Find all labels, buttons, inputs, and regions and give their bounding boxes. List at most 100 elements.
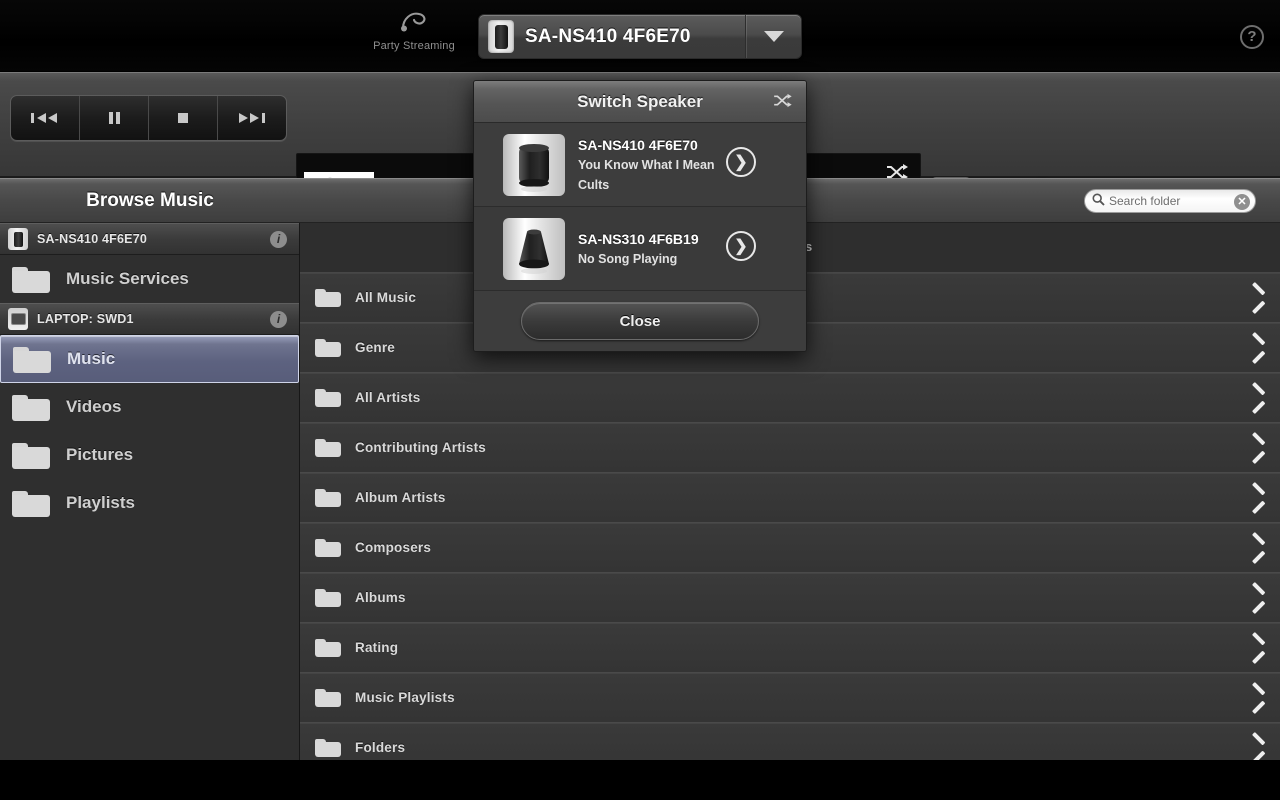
chevron-right-icon[interactable] bbox=[1246, 485, 1268, 511]
list-item[interactable]: Albums bbox=[300, 573, 1280, 623]
folder-icon bbox=[13, 344, 51, 374]
sidebar-item-label: Videos bbox=[66, 397, 121, 417]
party-streaming-label: Party Streaming bbox=[362, 40, 466, 52]
list-item-label: Rating bbox=[355, 640, 398, 655]
dialog-footer: Close bbox=[474, 291, 806, 351]
sidebar-item-label: Playlists bbox=[66, 493, 135, 513]
chevron-right-icon[interactable] bbox=[1246, 685, 1268, 711]
sidebar-source-label: SA-NS410 4F6E70 bbox=[37, 232, 147, 246]
folder-icon bbox=[12, 488, 50, 518]
folder-icon bbox=[315, 487, 341, 508]
speaker-selector[interactable]: SA-NS410 4F6E70 bbox=[478, 14, 802, 59]
dialog-title-bar: Switch Speaker bbox=[474, 81, 806, 123]
app-root: Party Streaming SA-NS410 4F6E70 ? bbox=[0, 0, 1280, 800]
list-item[interactable]: Rating bbox=[300, 623, 1280, 673]
close-button[interactable]: Close bbox=[521, 302, 759, 340]
chevron-right-icon[interactable] bbox=[1246, 535, 1268, 561]
help-icon[interactable]: ? bbox=[1240, 25, 1264, 49]
speaker-dropdown-button[interactable] bbox=[745, 15, 801, 58]
pause-icon bbox=[107, 110, 121, 126]
chevron-right-icon[interactable] bbox=[1246, 585, 1268, 611]
speaker-option-status-line1: You Know What I Mean bbox=[578, 157, 715, 173]
search-input[interactable] bbox=[1109, 194, 1219, 208]
stop-button[interactable] bbox=[149, 96, 218, 140]
sidebar-item-videos[interactable]: Videos bbox=[0, 383, 299, 431]
clear-icon[interactable]: ✕ bbox=[1234, 194, 1250, 210]
folder-icon bbox=[315, 387, 341, 408]
chevron-right-icon[interactable] bbox=[1246, 735, 1268, 760]
chevron-right-icon[interactable] bbox=[1246, 285, 1268, 311]
list-item-label: Genre bbox=[355, 340, 395, 355]
list-item[interactable]: Composers bbox=[300, 523, 1280, 573]
sidebar-source-sa-ns410[interactable]: SA-NS410 4F6E70 i bbox=[0, 223, 299, 255]
folder-icon bbox=[12, 440, 50, 470]
info-icon[interactable]: i bbox=[270, 231, 287, 248]
folder-icon bbox=[315, 687, 341, 708]
chevron-right-icon[interactable] bbox=[1246, 335, 1268, 361]
list-item[interactable]: Folders bbox=[300, 723, 1280, 760]
sidebar-item-music-services[interactable]: Music Services bbox=[0, 255, 299, 303]
party-streaming-button[interactable]: Party Streaming bbox=[362, 10, 466, 52]
next-track-button[interactable] bbox=[218, 96, 286, 140]
speaker-selector-value: SA-NS410 4F6E70 bbox=[525, 26, 691, 48]
computer-icon bbox=[8, 308, 28, 330]
speaker-option-sa-ns410[interactable]: SA-NS410 4F6E70 You Know What I Mean Cul… bbox=[474, 123, 806, 207]
speaker-icon bbox=[8, 228, 28, 250]
list-item-label: All Artists bbox=[355, 390, 420, 405]
bottom-bar bbox=[0, 760, 1280, 800]
speaker-option-sa-ns310[interactable]: SA-NS310 4F6B19 No Song Playing ❯ bbox=[474, 207, 806, 291]
sidebar-item-label: Pictures bbox=[66, 445, 133, 465]
sidebar-item-label: Music Services bbox=[66, 269, 189, 289]
skip-back-icon bbox=[30, 110, 60, 126]
top-bar: Party Streaming SA-NS410 4F6E70 ? bbox=[0, 0, 1280, 72]
info-icon[interactable]: i bbox=[270, 311, 287, 328]
sidebar-item-playlists[interactable]: Playlists bbox=[0, 479, 299, 527]
folder-icon bbox=[12, 392, 50, 422]
folder-icon bbox=[12, 264, 50, 294]
list-item[interactable]: Contributing Artists bbox=[300, 423, 1280, 473]
chevron-right-circle-icon[interactable]: ❯ bbox=[726, 231, 756, 261]
stop-icon bbox=[176, 111, 190, 125]
party-streaming-icon bbox=[362, 10, 466, 37]
list-item-label: Music Playlists bbox=[355, 690, 455, 705]
sidebar: SA-NS410 4F6E70 i Music Services LAPTOP:… bbox=[0, 223, 300, 760]
speaker-option-name: SA-NS310 4F6B19 bbox=[578, 231, 699, 247]
folder-icon bbox=[315, 637, 341, 658]
search-box[interactable]: ✕ bbox=[1084, 189, 1256, 213]
sidebar-item-music[interactable]: Music bbox=[0, 335, 299, 383]
list-item-label: Contributing Artists bbox=[355, 440, 486, 455]
chevron-down-icon bbox=[764, 31, 784, 42]
speaker-option-status-line1: No Song Playing bbox=[578, 251, 699, 267]
skip-forward-icon bbox=[237, 110, 267, 126]
switch-speaker-dialog: Switch Speaker bbox=[473, 80, 807, 352]
chevron-right-circle-icon[interactable]: ❯ bbox=[726, 147, 756, 177]
shuffle-icon[interactable] bbox=[773, 93, 792, 113]
list-item-label: All Music bbox=[355, 290, 416, 305]
folder-icon bbox=[315, 287, 341, 308]
sidebar-item-label: Music bbox=[67, 349, 115, 369]
list-item-label: Folders bbox=[355, 740, 405, 755]
sidebar-source-laptop-swd1[interactable]: LAPTOP: SWD1 i bbox=[0, 303, 299, 335]
chevron-right-icon[interactable] bbox=[1246, 385, 1268, 411]
previous-track-button[interactable] bbox=[11, 96, 80, 140]
folder-icon bbox=[315, 337, 341, 358]
folder-icon bbox=[315, 437, 341, 458]
sidebar-item-pictures[interactable]: Pictures bbox=[0, 431, 299, 479]
list-item[interactable]: All Artists bbox=[300, 373, 1280, 423]
chevron-right-icon[interactable] bbox=[1246, 435, 1268, 461]
folder-icon bbox=[315, 587, 341, 608]
list-item-label: Albums bbox=[355, 590, 406, 605]
chevron-right-icon[interactable] bbox=[1246, 635, 1268, 661]
sidebar-source-label: LAPTOP: SWD1 bbox=[37, 312, 134, 326]
speaker-sa-ns310-image bbox=[503, 218, 565, 280]
pause-button[interactable] bbox=[80, 96, 149, 140]
list-item-label: Composers bbox=[355, 540, 431, 555]
speaker-sa-ns410-image bbox=[503, 134, 565, 196]
folder-icon bbox=[315, 537, 341, 558]
page-title: Browse Music bbox=[0, 190, 300, 212]
speaker-option-text: SA-NS410 4F6E70 You Know What I Mean Cul… bbox=[578, 137, 715, 193]
list-item[interactable]: Album Artists bbox=[300, 473, 1280, 523]
speaker-option-name: SA-NS410 4F6E70 bbox=[578, 137, 715, 153]
speaker-icon bbox=[488, 20, 514, 53]
list-item[interactable]: Music Playlists bbox=[300, 673, 1280, 723]
